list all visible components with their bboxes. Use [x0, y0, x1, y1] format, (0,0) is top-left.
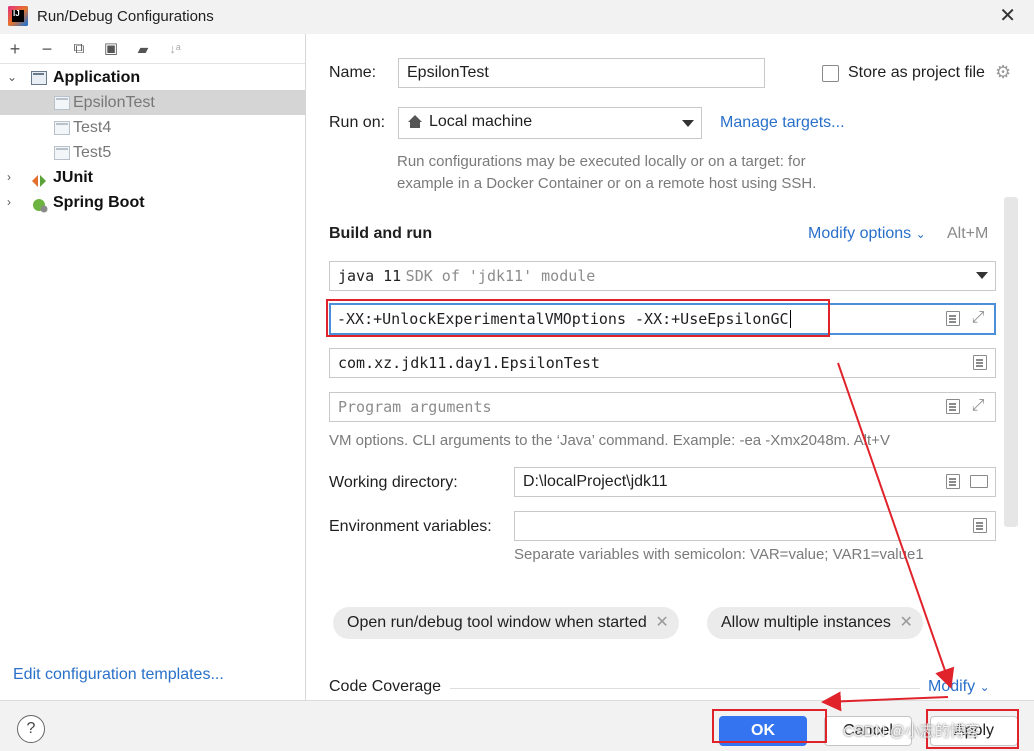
annotation-arrows [821, 362, 955, 712]
watermark: CSDN @小志的博客 [843, 723, 980, 740]
